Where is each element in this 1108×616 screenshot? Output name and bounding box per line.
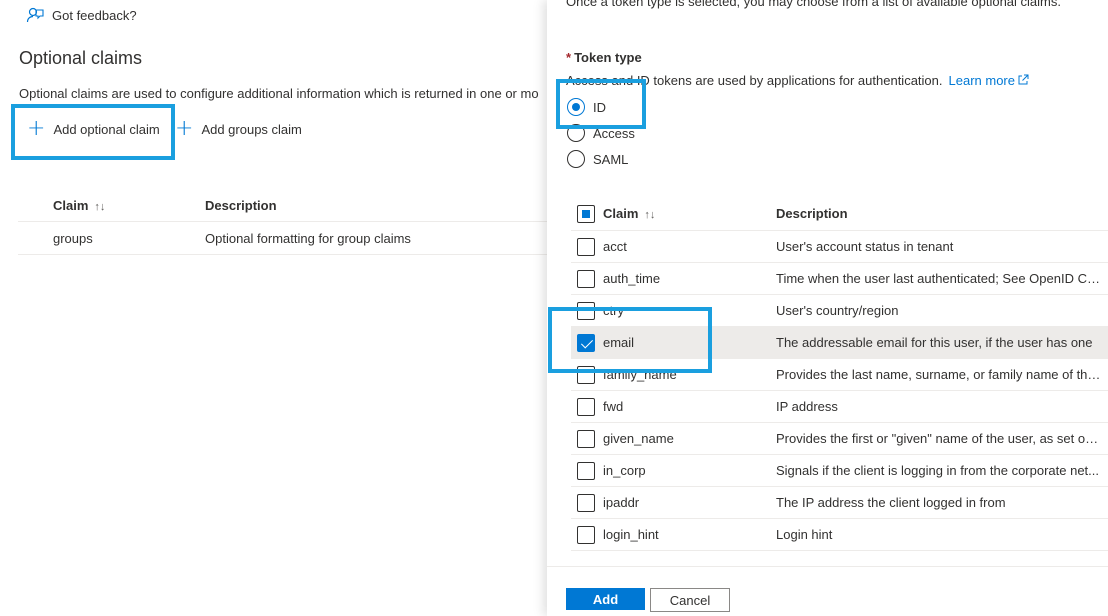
table-header-row: Claim ↑↓ Description	[571, 197, 1108, 231]
add-groups-claim-button[interactable]: + Add groups claim	[175, 116, 302, 141]
description-cell: IP address	[776, 399, 838, 414]
add-optional-claim-panel: Once a token type is selected, you may c…	[547, 0, 1108, 616]
learn-more-label: Learn more	[948, 73, 1015, 88]
column-header-claim-label: Claim	[53, 198, 89, 213]
table-row[interactable]: in_corp Signals if the client is logging…	[571, 455, 1108, 487]
sort-arrows-icon: ↑↓	[94, 201, 106, 213]
optional-claims-list: Claim ↑↓ Description acct User's account …	[571, 197, 1108, 551]
column-header-claim[interactable]: Claim ↑↓	[603, 206, 776, 221]
optional-claims-page: Got feedback? Optional claims Optional c…	[0, 0, 547, 616]
row-checkbox[interactable]	[577, 269, 595, 288]
description-cell: Signals if the client is logging in from…	[776, 463, 1100, 478]
highlight-box-token-type-id	[556, 79, 646, 129]
claim-cell: in_corp	[603, 463, 646, 478]
required-mark: *	[566, 50, 572, 65]
feedback-person-icon	[26, 7, 44, 23]
panel-intro-text: Once a token type is selected, you may c…	[566, 0, 1061, 9]
description-cell: User's account status in tenant	[776, 239, 954, 254]
row-checkbox[interactable]	[577, 493, 595, 512]
table-row[interactable]: given_name Provides the first or "given"…	[571, 423, 1108, 455]
feedback-label: Got feedback?	[52, 7, 137, 23]
row-checkbox[interactable]	[577, 237, 595, 256]
description-cell: Login hint	[776, 527, 833, 542]
token-type-radio-saml[interactable]: SAML	[567, 150, 628, 168]
table-row[interactable]: acct User's account status in tenant	[571, 231, 1108, 263]
claim-cell: groups	[53, 230, 93, 246]
external-link-icon	[1018, 74, 1029, 85]
table-header-row: Claim ↑↓ Description	[18, 190, 547, 222]
description-cell: Provides the first or "given" name of th…	[776, 431, 1107, 446]
table-row[interactable]: login_hint Login hint	[571, 519, 1108, 551]
claim-cell: given_name	[603, 431, 674, 446]
learn-more-link[interactable]: Learn more	[949, 73, 1029, 88]
row-checkbox[interactable]	[577, 397, 595, 416]
column-header-claim-label: Claim	[603, 206, 639, 221]
row-checkbox[interactable]	[577, 461, 595, 480]
highlight-box-email-claim	[548, 307, 712, 373]
claim-cell: acct	[603, 239, 627, 254]
page-title: Optional claims	[19, 48, 143, 68]
panel-footer: Add Cancel	[547, 566, 1108, 616]
description-cell: The addressable email for this user, if …	[776, 335, 1093, 350]
claim-cell: ipaddr	[603, 495, 640, 510]
description-cell: Time when the user last authenticated; S…	[776, 271, 1108, 286]
sort-arrows-icon: ↑↓	[644, 209, 656, 221]
highlight-box-add-optional-claim	[11, 104, 175, 160]
page-description: Optional claims are used to configure ad…	[19, 86, 539, 101]
column-header-description: Description	[776, 206, 848, 221]
claim-cell: login_hint	[603, 527, 659, 542]
column-header-description: Description	[205, 198, 277, 213]
radio-button-icon	[567, 150, 585, 168]
description-cell: User's country/region	[776, 303, 899, 318]
description-cell: Provides the last name, surname, or fami…	[776, 367, 1108, 382]
feedback-link[interactable]: Got feedback?	[26, 6, 137, 24]
table-row[interactable]: groups Optional formatting for group cla…	[18, 222, 547, 255]
column-header-claim[interactable]: Claim ↑↓	[18, 198, 205, 213]
select-all-checkbox[interactable]	[577, 204, 595, 223]
description-cell: The IP address the client logged in from	[776, 495, 1006, 510]
row-checkbox[interactable]	[577, 525, 595, 544]
table-row[interactable]: fwd IP address	[571, 391, 1108, 423]
radio-label: SAML	[593, 151, 629, 167]
table-row[interactable]: ipaddr The IP address the client logged …	[571, 487, 1108, 519]
token-type-label-text: Token type	[574, 50, 642, 65]
claim-cell: auth_time	[603, 271, 661, 286]
plus-icon: +	[175, 116, 194, 141]
table-row[interactable]: auth_time Time when the user last authen…	[571, 263, 1108, 295]
row-checkbox[interactable]	[577, 429, 595, 448]
claim-cell: fwd	[603, 399, 624, 414]
add-groups-claim-label: Add groups claim	[201, 121, 302, 137]
claims-table: Claim ↑↓ Description groups Optional form…	[18, 190, 547, 255]
description-cell: Optional formatting for group claims	[205, 230, 411, 246]
add-button[interactable]: Add	[566, 588, 645, 610]
cancel-button[interactable]: Cancel	[650, 588, 730, 612]
token-type-label: * Token type	[566, 50, 642, 65]
